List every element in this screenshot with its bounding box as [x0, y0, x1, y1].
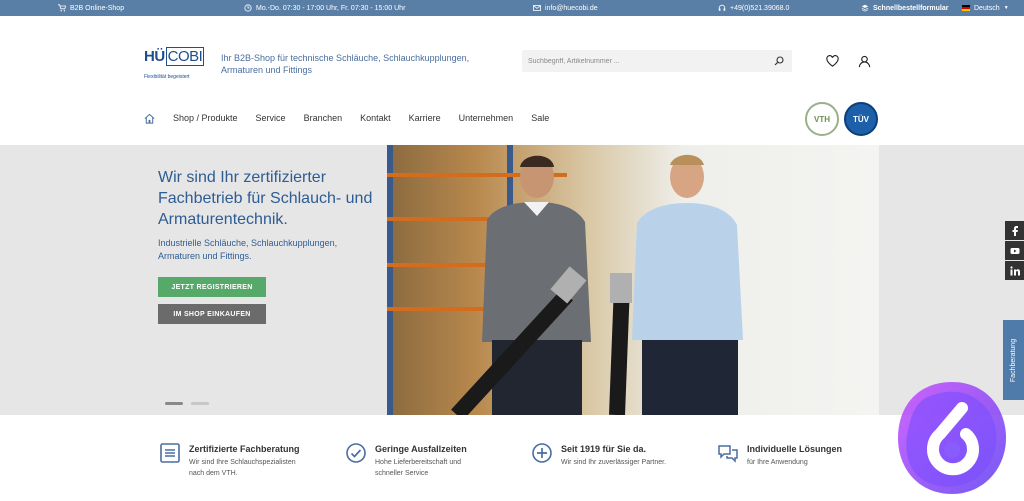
- feature-loesungen: Individuelle Lösungen für Ihre Anwendung: [717, 442, 842, 468]
- youtube-link[interactable]: [1005, 241, 1024, 260]
- email-text: info@huecobi.de: [545, 4, 598, 12]
- home-icon[interactable]: [144, 113, 155, 124]
- hero-title: Wir sind Ihr zertifizierter Fachbetrieb …: [158, 169, 373, 228]
- feature-desc: Hohe Lieferbereitschaft und: [375, 459, 461, 466]
- logo-wordmark: HÜ COBI: [144, 40, 205, 72]
- top-bar: B2B Online-Shop Mo.-Do. 07:30 - 17:00 Uh…: [0, 0, 1024, 16]
- nav-item-branchen[interactable]: Branchen: [304, 113, 343, 123]
- shop-button[interactable]: IM SHOP EINKAUFEN: [158, 304, 266, 324]
- logo-tagline: Flexibilität begeistert: [144, 74, 190, 80]
- logo-hu: HÜ: [144, 47, 165, 65]
- feature-desc: Wir sind Ihre Schlauchspezialisten: [189, 459, 296, 466]
- fachberatung-label: Fachberatung: [1010, 338, 1018, 382]
- document-list-icon: [160, 443, 180, 463]
- slider-dot-1[interactable]: [165, 402, 183, 405]
- rack-post: [387, 145, 393, 415]
- clock-icon: [244, 4, 252, 12]
- feature-desc: für Ihre Anwendung: [747, 459, 808, 466]
- nav-item-service[interactable]: Service: [256, 113, 286, 123]
- chevron-down-icon: ▼: [1003, 5, 1009, 11]
- slider-dots: [165, 402, 209, 405]
- language-text: Deutsch: [974, 4, 1000, 12]
- quick-order-text: Schnellbestellformular: [873, 4, 949, 12]
- tuv-badge-text: TÜV: [853, 114, 869, 124]
- linkedin-icon: [1009, 265, 1020, 275]
- layers-icon: [861, 4, 869, 12]
- facebook-icon: [1012, 225, 1018, 236]
- search-box: [522, 50, 792, 72]
- search-input[interactable]: [528, 57, 768, 65]
- feature-fachberatung: Zertifizierte Fachberatung Wir sind Ihre…: [159, 442, 300, 479]
- feature-title: Seit 1919 für Sie da.: [561, 444, 647, 454]
- opening-hours: Mo.-Do. 07:30 - 17:00 Uhr, Fr. 07:30 - 1…: [244, 0, 405, 16]
- feature-seit-1919: Seit 1919 für Sie da. Wir sind Ihr zuver…: [531, 442, 666, 468]
- phone-link[interactable]: +49(0)521.39068.0: [718, 0, 789, 16]
- german-flag-icon: [962, 5, 970, 11]
- social-links: [1005, 221, 1024, 281]
- feature-title: Geringe Ausfallzeiten: [375, 444, 467, 454]
- facebook-link[interactable]: [1005, 221, 1024, 240]
- cart-icon: [58, 4, 66, 12]
- hero-slider: Wir sind Ihr zertifizierter Fachbetrieb …: [0, 145, 1024, 415]
- feature-desc: Wir sind Ihr zuverlässiger Partner.: [561, 459, 667, 466]
- tuv-certification-badge[interactable]: TÜV: [844, 102, 878, 136]
- hydraulic-hose: [451, 266, 632, 415]
- nav-item-shop[interactable]: Shop / Produkte: [173, 113, 238, 123]
- nav-item-kontakt[interactable]: Kontakt: [360, 113, 391, 123]
- language-select[interactable]: Deutsch ▼: [962, 0, 1009, 16]
- vth-certification-badge[interactable]: VTH: [805, 102, 839, 136]
- register-button[interactable]: JETZT REGISTRIEREN: [158, 277, 266, 297]
- nav-item-karriere[interactable]: Karriere: [409, 113, 441, 123]
- hero-subtitle: Industrielle Schläuche, Schlauchkupplung…: [158, 238, 338, 261]
- opening-hours-text: Mo.-Do. 07:30 - 17:00 Uhr, Fr. 07:30 - 1…: [256, 4, 406, 12]
- check-circle-icon: [346, 443, 366, 463]
- company-logo[interactable]: HÜ COBI Flexibilität begeistert: [144, 40, 205, 84]
- feature-desc: schneller Service: [375, 470, 429, 477]
- feature-title: Zertifizierte Fachberatung: [189, 444, 300, 454]
- linkedin-link[interactable]: [1005, 261, 1024, 280]
- wishlist-heart-icon[interactable]: [826, 55, 839, 68]
- slider-dot-2[interactable]: [191, 402, 209, 405]
- vth-badge-text: VTH: [814, 114, 830, 124]
- account-user-icon[interactable]: [858, 55, 871, 68]
- youtube-icon: [1010, 247, 1019, 254]
- phone-text: +49(0)521.39068.0: [730, 4, 790, 12]
- hero-photo-warehouse: [387, 145, 879, 415]
- plus-circle-icon: [532, 443, 552, 463]
- feature-ausfallzeiten: Geringe Ausfallzeiten Hohe Lieferbereits…: [345, 442, 467, 479]
- logo-cobi: COBI: [165, 46, 205, 66]
- six-logo-icon: [898, 382, 1006, 494]
- b2b-shop-label: B2B Online-Shop: [70, 4, 125, 12]
- nav-item-unternehmen[interactable]: Unternehmen: [459, 113, 514, 123]
- feature-desc: nach dem VTH.: [189, 470, 238, 477]
- chat-bubbles-icon: [718, 445, 738, 463]
- quick-order-link[interactable]: Schnellbestellformular: [861, 0, 948, 16]
- nav-item-sale[interactable]: Sale: [531, 113, 549, 123]
- email-link[interactable]: info@huecobi.de: [533, 0, 598, 16]
- feature-title: Individuelle Lösungen: [747, 444, 843, 454]
- search-icon[interactable]: [774, 56, 784, 66]
- shop-tagline: Ihr B2B-Shop für technische Schläuche, S…: [221, 53, 470, 75]
- mail-icon: [533, 5, 541, 11]
- main-navigation: Shop / Produkte Service Branchen Kontakt…: [144, 110, 567, 126]
- b2b-shop-link[interactable]: B2B Online-Shop: [58, 0, 124, 16]
- headset-icon: [718, 4, 726, 11]
